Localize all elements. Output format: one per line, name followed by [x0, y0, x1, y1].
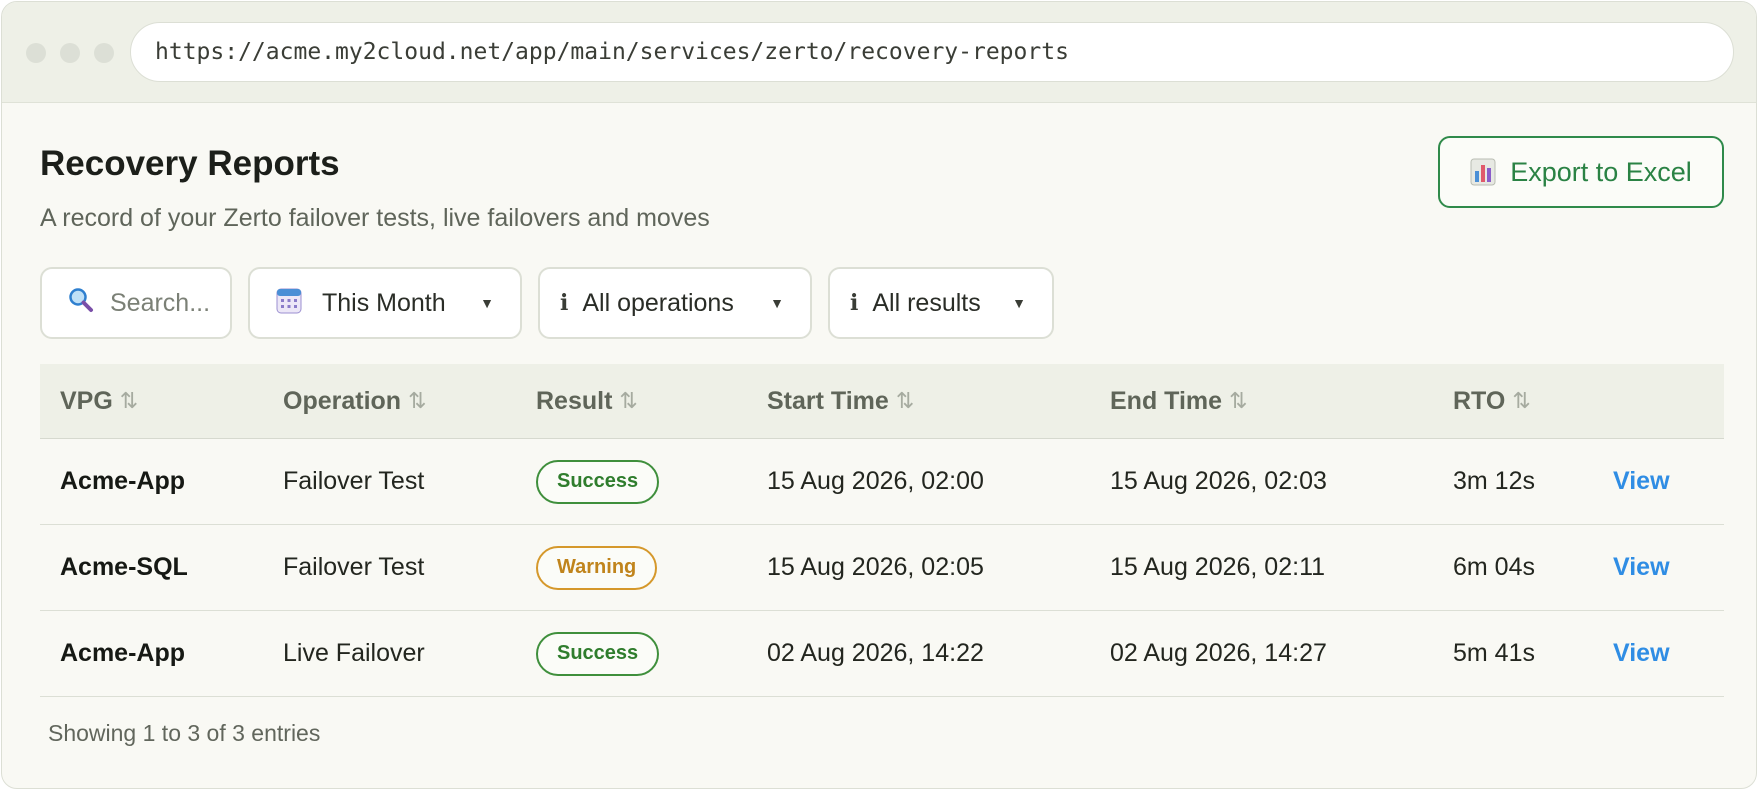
calendar-icon [276, 286, 302, 321]
column-header-result[interactable]: Result ⇅ [536, 364, 638, 438]
sort-icon[interactable]: ⇅ [120, 388, 138, 414]
status-badge: Success [536, 631, 660, 676]
table-header: VPG ⇅ Operation ⇅ Result ⇅ Start Time ⇅ … [40, 364, 1724, 439]
sort-icon[interactable]: ⇅ [896, 388, 914, 414]
cell-result: Success [536, 611, 660, 696]
cell-end-time: 15 Aug 2026, 02:03 [1110, 467, 1327, 495]
column-header-start-time[interactable]: Start Time ⇅ [767, 364, 914, 438]
page-title: Recovery Reports [40, 144, 340, 183]
table-row: Acme-SQL Failover Test Warning 15 Aug 20… [40, 525, 1724, 611]
column-header-operation[interactable]: Operation ⇅ [283, 364, 427, 438]
cell-end-time: 02 Aug 2026, 14:27 [1110, 639, 1327, 667]
period-value: This Month [322, 288, 446, 317]
operations-select[interactable]: i All operations ▼ [538, 267, 812, 339]
column-header-end-time[interactable]: End Time ⇅ [1110, 364, 1248, 438]
caret-down-icon: ▼ [770, 295, 784, 311]
caret-down-icon: ▼ [1012, 295, 1026, 311]
cell-rto: 3m 12s [1453, 467, 1535, 495]
cell-operation: Live Failover [283, 639, 425, 667]
cell-action: View [1613, 611, 1670, 696]
browser-window: https://acme.my2cloud.net/app/main/servi… [1, 1, 1757, 789]
period-select[interactable]: This Month ▼ [248, 267, 522, 339]
browser-titlebar: https://acme.my2cloud.net/app/main/servi… [2, 2, 1756, 103]
sort-icon[interactable]: ⇅ [619, 388, 637, 414]
export-to-excel-button[interactable]: Export to Excel [1438, 136, 1724, 208]
search-input[interactable]: Search... [110, 289, 210, 318]
view-link[interactable]: View [1613, 553, 1670, 582]
cell-rto: 5m 41s [1453, 639, 1535, 667]
sort-icon[interactable]: ⇅ [408, 388, 426, 414]
window-close-dot[interactable] [26, 43, 46, 63]
caret-down-icon: ▼ [480, 295, 494, 311]
excel-icon [1470, 158, 1496, 186]
window-minimize-dot[interactable] [60, 43, 80, 63]
results-select[interactable]: i All results ▼ [828, 267, 1054, 339]
pagination-info: Showing 1 to 3 of 3 entries [48, 720, 321, 746]
recovery-reports-table: VPG ⇅ Operation ⇅ Result ⇅ Start Time ⇅ … [40, 364, 1724, 697]
search-icon [68, 287, 94, 320]
cell-end-time: 15 Aug 2026, 02:11 [1110, 553, 1326, 581]
table-row: Acme-App Failover Test Success 15 Aug 20… [40, 439, 1724, 525]
cell-start-time: 15 Aug 2026, 02:00 [767, 467, 984, 495]
cell-action: View [1613, 525, 1670, 610]
table-row: Acme-App Live Failover Success 02 Aug 20… [40, 611, 1724, 697]
address-bar[interactable]: https://acme.my2cloud.net/app/main/servi… [130, 22, 1734, 82]
info-icon: i [850, 290, 859, 316]
cell-rto: 6m 04s [1453, 553, 1535, 581]
address-url: https://acme.my2cloud.net/app/main/servi… [155, 39, 1069, 65]
status-badge: Success [536, 459, 660, 504]
cell-start-time: 15 Aug 2026, 02:05 [767, 553, 984, 581]
cell-action: View [1613, 439, 1670, 524]
info-icon: i [560, 290, 569, 316]
cell-start-time: 02 Aug 2026, 14:22 [767, 639, 984, 667]
view-link[interactable]: View [1613, 467, 1670, 496]
cell-operation: Failover Test [283, 553, 425, 581]
column-header-rto[interactable]: RTO ⇅ [1453, 364, 1531, 438]
results-value: All results [872, 288, 981, 317]
export-label: Export to Excel [1510, 156, 1692, 187]
sort-icon[interactable]: ⇅ [1229, 388, 1247, 414]
cell-operation: Failover Test [283, 467, 425, 495]
cell-vpg: Acme-App [60, 639, 186, 667]
column-header-vpg[interactable]: VPG ⇅ [60, 364, 138, 438]
page-subtitle: A record of your Zerto failover tests, l… [40, 204, 710, 232]
search-box[interactable]: Search... [40, 267, 232, 339]
status-badge: Warning [536, 545, 658, 590]
view-link[interactable]: View [1613, 639, 1670, 668]
window-maximize-dot[interactable] [94, 43, 114, 63]
cell-result: Success [536, 439, 660, 524]
cell-result: Warning [536, 525, 658, 610]
operations-value: All operations [582, 288, 734, 317]
cell-vpg: Acme-SQL [60, 553, 188, 581]
cell-vpg: Acme-App [60, 467, 186, 495]
sort-icon[interactable]: ⇅ [1512, 388, 1530, 414]
